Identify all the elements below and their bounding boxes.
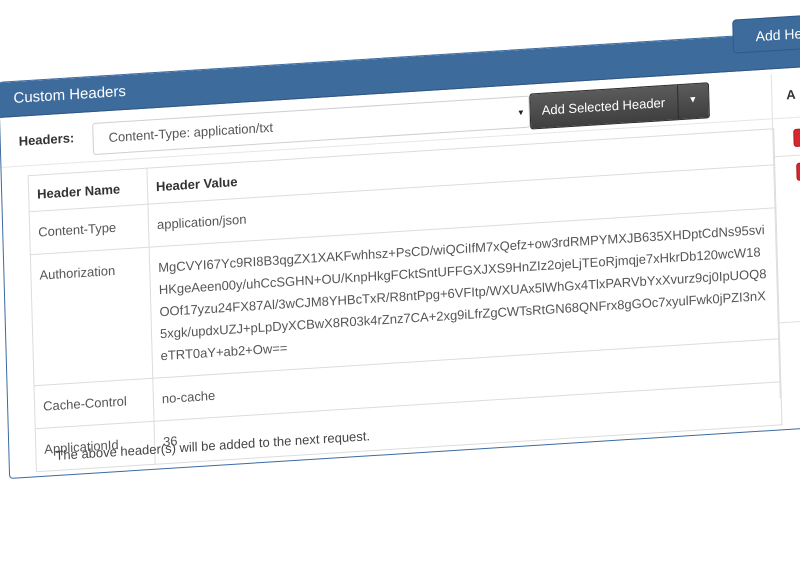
headers-select-value: Content-Type: application/txt [108,119,274,146]
headers-table: Header Name Header Value Content-Type ap… [28,128,783,472]
scene: Add Header Custom Headers Headers: Conte… [0,9,800,580]
header-name-cell: Authorization [30,247,153,386]
divider [778,314,800,324]
add-selected-header-label: Add Selected Header [541,95,666,118]
header-name-cell: Content-Type [29,204,150,255]
remove-icon[interactable] [793,127,800,148]
remove-icon[interactable] [796,161,800,181]
headers-label: Headers: [18,130,75,149]
add-header-button[interactable]: Add Header [732,9,800,54]
actions-column-header: A [770,70,800,119]
caret-down-icon: ▼ [516,107,525,118]
header-name-cell: Cache-Control [34,378,154,429]
button-divider [676,85,679,120]
custom-headers-panel: Custom Headers Headers: Content-Type: ap… [0,25,800,479]
add-selected-header-button[interactable]: Add Selected Header ▼ [529,82,710,130]
dropdown-caret-icon[interactable]: ▼ [688,94,697,105]
divider [773,148,800,158]
